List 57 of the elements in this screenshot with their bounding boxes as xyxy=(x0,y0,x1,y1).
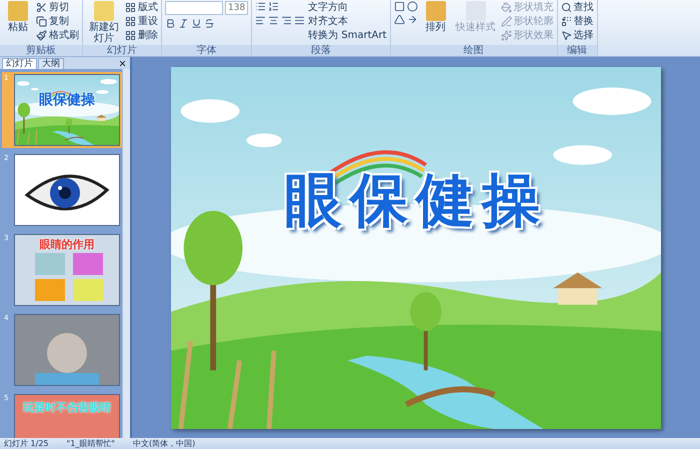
new-slide-button[interactable]: 新建幻灯片 xyxy=(86,1,122,44)
ribbon-button[interactable]: 转换为 SmartArt xyxy=(308,29,386,42)
ribbon-button[interactable]: 对齐文本 xyxy=(308,15,386,28)
ribbon-button[interactable]: 删除 xyxy=(125,29,158,42)
font-size-field[interactable]: 138 xyxy=(225,1,248,15)
bold-icon[interactable] xyxy=(165,18,176,29)
italic-icon[interactable] xyxy=(178,18,189,29)
ribbon-button[interactable]: 剪切 xyxy=(36,1,79,14)
rectangle-icon[interactable] xyxy=(394,1,404,12)
strikethrough-icon[interactable] xyxy=(204,18,215,29)
justify-icon[interactable] xyxy=(294,15,306,26)
pointer-icon[interactable] xyxy=(560,30,572,41)
close-icon[interactable] xyxy=(118,59,127,68)
scissors-icon[interactable] xyxy=(36,2,47,13)
paste-button[interactable]: 粘贴 xyxy=(3,1,33,33)
ribbon-button[interactable]: 选择 xyxy=(560,29,594,42)
layout-icon[interactable] xyxy=(125,30,136,41)
numbered-list-icon[interactable] xyxy=(268,1,280,12)
copy-icon[interactable] xyxy=(36,16,47,27)
bucket-icon[interactable] xyxy=(500,2,512,13)
ribbon-button[interactable]: 复制 xyxy=(36,15,79,28)
slide-thumbnail-title: 眼睛的作用 xyxy=(38,237,96,252)
font-name-field[interactable] xyxy=(165,1,223,15)
layout-icon[interactable] xyxy=(125,16,136,27)
group-label: 段落 xyxy=(252,45,390,56)
group-label: 幻灯片 xyxy=(83,45,161,56)
pen-icon[interactable] xyxy=(500,16,512,27)
arrange-button[interactable]: 排列 xyxy=(420,1,450,33)
scrollbar[interactable] xyxy=(122,69,130,438)
arrow-icon[interactable] xyxy=(406,14,418,25)
ribbon-button[interactable]: 格式刷 xyxy=(36,29,79,42)
slide-counter: 幻灯片 1/25 xyxy=(4,438,49,449)
slide-thumbnail-title: 眼保健操 xyxy=(38,91,96,109)
ribbon-button[interactable]: 重设 xyxy=(125,15,158,28)
slide-title: 眼保健操 xyxy=(283,164,549,236)
pane-tab[interactable]: 大纲 xyxy=(38,58,64,69)
theme-name: "1_眼睛帮忙" xyxy=(66,438,115,449)
search-icon[interactable] xyxy=(560,2,572,13)
layout-icon[interactable] xyxy=(125,2,136,13)
oval-icon[interactable] xyxy=(406,1,418,12)
triangle-icon[interactable] xyxy=(394,14,404,25)
align-right-icon[interactable] xyxy=(281,15,292,26)
slide-thumbnail-title: 玩耍时不伤害眼睛 xyxy=(22,400,112,415)
ribbon-button[interactable]: 查找 xyxy=(560,1,594,14)
ribbon-button[interactable]: 文字方向 xyxy=(308,1,386,14)
language-indicator: 中文(简体，中国) xyxy=(132,438,196,449)
replace-icon[interactable] xyxy=(560,16,572,27)
ribbon-button[interactable]: 替换 xyxy=(560,15,594,28)
align-left-icon[interactable] xyxy=(255,15,266,26)
group-label: 编辑 xyxy=(558,45,596,56)
group-label: 字体 xyxy=(162,45,252,56)
align-center-icon[interactable] xyxy=(268,15,280,26)
underline-icon[interactable] xyxy=(191,18,202,29)
group-label: 剪贴板 xyxy=(0,45,82,56)
group-label: 绘图 xyxy=(390,45,556,56)
ribbon-button[interactable]: 版式 xyxy=(125,1,158,14)
pane-tab[interactable]: 幻灯片 xyxy=(2,58,37,69)
